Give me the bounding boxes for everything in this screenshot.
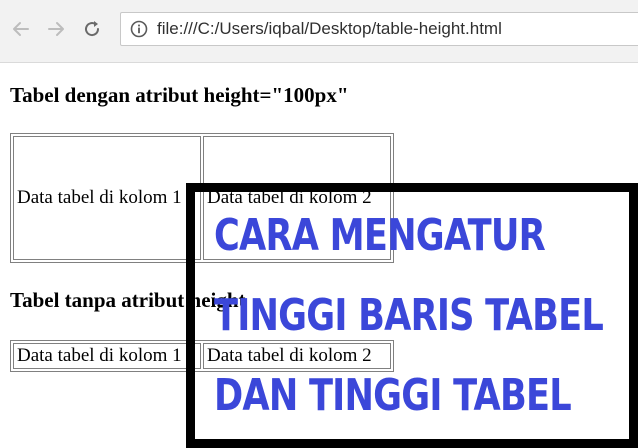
browser-toolbar: file:///C:/Users/iqbal/Desktop/table-hei… — [0, 0, 638, 63]
table-cell: Data tabel di kolom 1 — [13, 136, 201, 260]
banner-line: tinggi baris tabel — [214, 290, 604, 341]
reload-icon — [85, 21, 100, 37]
page-heading-1: Tabel dengan atribut height="100px" — [10, 83, 349, 107]
banner-line: dan tinggi tabel — [214, 370, 572, 421]
arrow-right-icon — [48, 22, 64, 36]
reload-button[interactable] — [80, 17, 104, 41]
address-bar[interactable]: file:///C:/Users/iqbal/Desktop/table-hei… — [120, 12, 638, 46]
title-banner: Cara mengatur tinggi baris tabel dan tin… — [186, 183, 638, 448]
forward-button[interactable] — [44, 17, 68, 41]
banner-line: Cara mengatur — [214, 210, 546, 261]
back-button[interactable] — [9, 17, 33, 41]
arrow-left-icon — [13, 22, 29, 36]
url-text[interactable]: file:///C:/Users/iqbal/Desktop/table-hei… — [157, 19, 502, 39]
table-cell: Data tabel di kolom 1 — [13, 343, 201, 369]
info-icon[interactable] — [130, 20, 148, 38]
